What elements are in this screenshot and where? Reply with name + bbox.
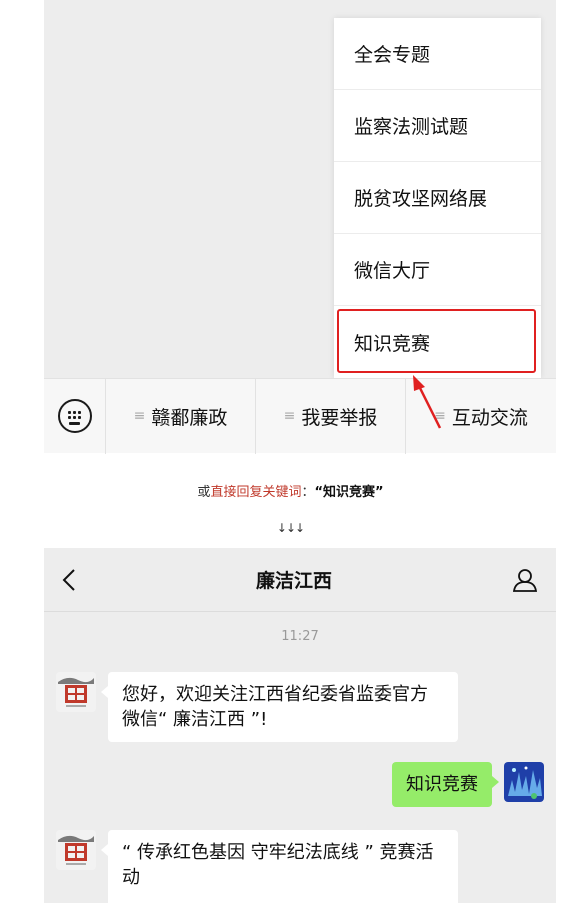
person-icon[interactable] bbox=[512, 567, 538, 593]
chat-header: 廉洁江西 bbox=[44, 548, 556, 612]
message-bubble: 您好，欢迎关注江西省纪委省监委官方微信“ 廉洁江西 ”! bbox=[101, 672, 458, 742]
keyboard-toggle-button[interactable] bbox=[44, 378, 106, 454]
menu-lines-icon: ≡ bbox=[133, 408, 146, 424]
submenu-item-supervision-test[interactable]: 监察法测试题 bbox=[334, 90, 541, 162]
menu-screenshot: 全会专题 监察法测试题 脱贫攻坚网络展 微信大厅 知识竞赛 ≡ 赣鄱廉政 ≡ 我… bbox=[44, 0, 556, 454]
submenu-item-poverty-exhibition[interactable]: 脱贫攻坚网络展 bbox=[334, 162, 541, 234]
message-timestamp: 11:27 bbox=[281, 629, 319, 644]
menu-bar-item-interaction[interactable]: ≡ 互动交流 bbox=[406, 379, 556, 454]
instruction-keyword: “知识竞赛” bbox=[314, 485, 384, 500]
submenu-item-plenary[interactable]: 全会专题 bbox=[334, 18, 541, 90]
chat-title: 廉洁江西 bbox=[255, 570, 332, 592]
chat-message: 知识竞赛 bbox=[392, 762, 544, 807]
down-arrows: ↓↓↓ bbox=[276, 521, 305, 535]
chat-message: 您好，欢迎关注江西省纪委省监委官方微信“ 廉洁江西 ”! bbox=[56, 672, 458, 742]
menu-bar-label: 我要举报 bbox=[301, 406, 378, 429]
user-avatar[interactable] bbox=[504, 762, 544, 802]
instruction-colon: ： bbox=[301, 485, 315, 500]
instruction-prefix: 或 bbox=[197, 485, 211, 500]
menu-bar-label: 互动交流 bbox=[451, 406, 528, 429]
instruction-highlight: 直接回复关键词 bbox=[210, 485, 302, 500]
message-bubble: “ 传承红色基因 守牢纪法底线 ” 竞赛活动 bbox=[101, 830, 458, 920]
menu-bar-item-ganpo[interactable]: ≡ 赣鄱廉政 bbox=[106, 378, 256, 454]
highlight-box bbox=[337, 309, 536, 373]
message-bubble-sent: 知识竞赛 bbox=[392, 762, 499, 807]
menu-bar-item-report[interactable]: ≡ 我要举报 bbox=[256, 378, 406, 454]
chevron-left-icon[interactable] bbox=[62, 568, 76, 592]
lianjie-logo-icon bbox=[56, 830, 96, 870]
chat-message: “ 传承红色基因 守牢纪法底线 ” 竞赛活动 bbox=[56, 830, 458, 920]
instruction-text: 或直接回复关键词：“知识竞赛” bbox=[0, 481, 581, 500]
menu-lines-icon: ≡ bbox=[434, 408, 446, 424]
chat-screenshot: 廉洁江西 11:27 您好，欢迎关注江西省纪委省监委官方微信“ 廉洁江西 ”! … bbox=[44, 548, 556, 920]
account-avatar[interactable] bbox=[56, 830, 96, 870]
submenu-item-wechat-hall[interactable]: 微信大厅 bbox=[334, 234, 541, 306]
user-photo-icon bbox=[504, 762, 544, 802]
lianjie-logo-icon bbox=[56, 672, 96, 712]
menu-lines-icon: ≡ bbox=[283, 408, 296, 424]
keyboard-icon bbox=[57, 399, 92, 433]
account-avatar[interactable] bbox=[56, 672, 96, 712]
menu-bar-label: 赣鄱廉政 bbox=[151, 406, 228, 429]
menu-bar: ≡ 赣鄱廉政 ≡ 我要举报 ≡ 互动交流 bbox=[44, 378, 556, 454]
